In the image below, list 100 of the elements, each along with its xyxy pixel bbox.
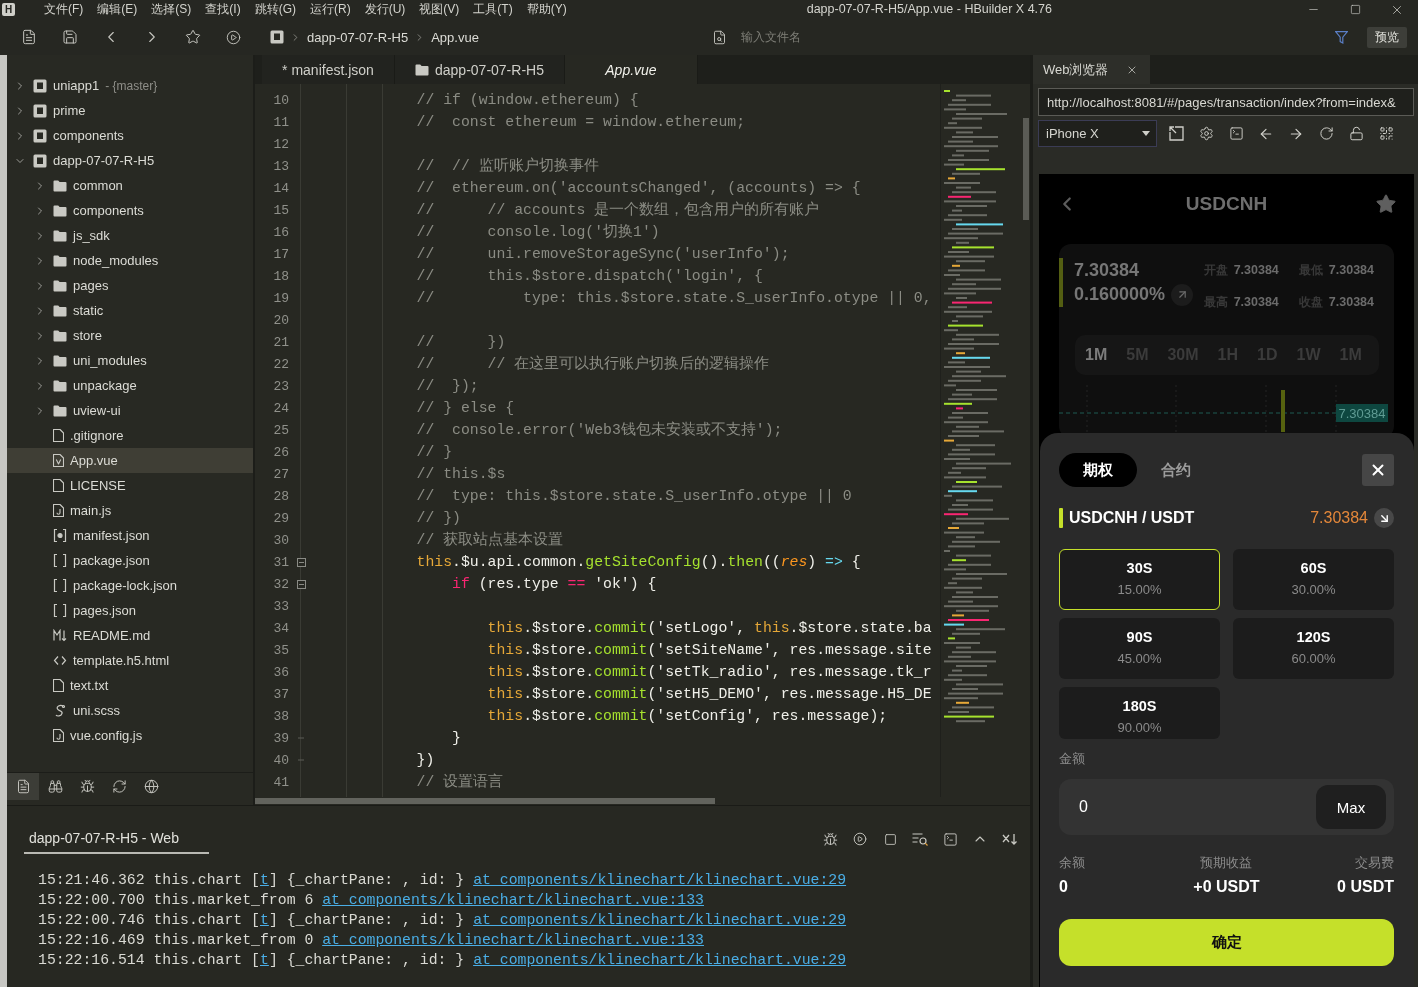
amount-input[interactable]: 0: [1079, 796, 1109, 818]
globe-icon[interactable]: [143, 779, 159, 794]
close-button[interactable]: [1362, 454, 1394, 486]
browser-tab[interactable]: Web浏览器: [1033, 55, 1150, 84]
tree-item[interactable]: package-lock.json: [7, 573, 253, 598]
refresh-icon[interactable]: [111, 779, 127, 794]
breadcrumb-item[interactable]: dapp-07-07-R-H5: [307, 29, 409, 45]
refresh-icon[interactable]: [1318, 125, 1334, 141]
star-icon[interactable]: [1375, 193, 1397, 215]
clear-down-icon[interactable]: [1002, 833, 1018, 845]
tree-item[interactable]: uview-ui: [7, 398, 253, 423]
panel-tab[interactable]: [7, 773, 39, 800]
interval-tab[interactable]: 1M: [1085, 346, 1108, 364]
duration-option[interactable]: 60S 30.00%: [1233, 549, 1394, 610]
save-icon[interactable]: [61, 29, 78, 45]
editor-tab[interactable]: * manifest.json: [262, 55, 395, 84]
bug-icon[interactable]: [79, 779, 95, 794]
console-link[interactable]: t: [260, 912, 269, 928]
editor-tab[interactable]: dapp-07-07-R-H5: [395, 55, 565, 84]
binoculars-icon[interactable]: [47, 779, 63, 794]
maximize-icon[interactable]: [1349, 4, 1361, 15]
menu-item[interactable]: 编辑(E): [97, 0, 138, 19]
tree-item[interactable]: text.txt: [7, 673, 253, 698]
list-search-icon[interactable]: [912, 832, 928, 846]
tree-item[interactable]: LICENSE: [7, 473, 253, 498]
vertical-scrollbar[interactable]: [1023, 118, 1029, 220]
duration-option[interactable]: 90S 45.00%: [1059, 618, 1220, 679]
document-icon[interactable]: [15, 779, 31, 794]
tree-item[interactable]: components: [7, 198, 253, 223]
terminal-icon[interactable]: [1228, 125, 1244, 141]
terminal-icon[interactable]: [942, 831, 958, 847]
confirm-button[interactable]: 确定: [1059, 919, 1394, 966]
tree-item[interactable]: components: [7, 123, 253, 148]
bug-icon[interactable]: [822, 831, 838, 847]
search-field[interactable]: 输入文件名: [741, 27, 1323, 47]
console-link[interactable]: at components/klinechart/klinechart.vue:29: [473, 872, 847, 888]
tree-item[interactable]: uni.scss: [7, 698, 253, 723]
unlocked-icon[interactable]: [1348, 125, 1364, 141]
filter-icon[interactable]: [1334, 30, 1348, 44]
tree-item[interactable]: js_sdk: [7, 223, 253, 248]
settings-icon[interactable]: [1198, 125, 1214, 141]
tree-item[interactable]: store: [7, 323, 253, 348]
tree-item[interactable]: main.js: [7, 498, 253, 523]
menu-item[interactable]: 工具(T): [473, 0, 513, 19]
console-link[interactable]: at components/klinechart/klinechart.vue:133: [322, 932, 704, 948]
url-field[interactable]: http://localhost:8081/#/pages/transaction/index?from=index&: [1038, 88, 1414, 116]
tree-item[interactable]: uni_modules: [7, 348, 253, 373]
device-select[interactable]: iPhone X: [1038, 120, 1157, 147]
tree-item[interactable]: common: [7, 173, 253, 198]
expand-icon[interactable]: [1168, 125, 1184, 141]
collapse-icon[interactable]: [296, 579, 306, 589]
menu-item[interactable]: 运行(R): [310, 0, 351, 19]
file-icon: [53, 454, 64, 467]
tree-item[interactable]: prime: [7, 98, 253, 123]
tree-item[interactable]: static: [7, 298, 253, 323]
stop-icon[interactable]: [883, 832, 897, 846]
star-icon[interactable]: [184, 29, 201, 45]
console-link[interactable]: at components/klinechart/klinechart.vue:29: [473, 912, 847, 928]
tree-item[interactable]: vue.config.js: [7, 723, 253, 748]
tree-item[interactable]: node_modules: [7, 248, 253, 273]
tree-item[interactable]: template.h5.html: [7, 648, 253, 673]
tree-item[interactable]: manifest.json: [7, 523, 253, 548]
menu-item[interactable]: 跳转(G): [254, 0, 296, 19]
menu-item[interactable]: 帮助(Y): [526, 0, 567, 19]
console-link[interactable]: at components/klinechart/klinechart.vue:133: [322, 892, 704, 908]
sheet-tab[interactable]: 期权: [1059, 453, 1137, 487]
console-link[interactable]: t: [260, 952, 269, 968]
qr-code-icon[interactable]: [1378, 125, 1394, 141]
menu-item[interactable]: 视图(V): [419, 0, 460, 19]
document-icon[interactable]: [20, 29, 37, 45]
menu-item[interactable]: 查找(I): [205, 0, 241, 19]
tree-item[interactable]: pages: [7, 273, 253, 298]
horizontal-scrollbar[interactable]: [255, 798, 715, 804]
play-icon[interactable]: [853, 832, 867, 846]
menu-item[interactable]: 发行(U): [364, 0, 406, 19]
breadcrumb-item[interactable]: App.vue: [431, 29, 479, 45]
tree-item[interactable]: uniapp1 - {master}: [7, 73, 253, 98]
tree-item[interactable]: unpackage: [7, 373, 253, 398]
tree-item[interactable]: README.md: [7, 623, 253, 648]
play-icon[interactable]: [226, 29, 241, 45]
code-line: // type: this.$store.state.S_userInfo.otype || 0: [416, 488, 852, 504]
editor-tab[interactable]: App.vue: [564, 55, 698, 84]
console-tab[interactable]: dapp-07-07-R-H5 - Web: [24, 824, 209, 854]
duration-option[interactable]: 30S 15.00%: [1059, 549, 1220, 610]
collapse-icon[interactable]: [296, 557, 306, 567]
tree-item[interactable]: dapp-07-07-R-H5: [7, 148, 253, 173]
sheet-tab[interactable]: 合约: [1137, 453, 1215, 487]
max-button[interactable]: Max: [1316, 785, 1386, 829]
menu-item[interactable]: 文件(F): [44, 0, 84, 19]
tree-item[interactable]: pages.json: [7, 598, 253, 623]
menu-item[interactable]: 选择(S): [151, 0, 192, 19]
tree-item[interactable]: App.vue: [7, 448, 253, 473]
tree-item[interactable]: package.json: [7, 548, 253, 573]
duration-option[interactable]: 180S 90.00%: [1059, 687, 1220, 739]
search-icon[interactable]: [712, 29, 727, 45]
tree-item[interactable]: .gitignore: [7, 423, 253, 448]
console-link[interactable]: t: [260, 872, 269, 888]
preview-button[interactable]: 预览: [1367, 26, 1407, 48]
console-link[interactable]: at components/klinechart/klinechart.vue:29: [473, 952, 847, 968]
duration-option[interactable]: 120S 60.00%: [1233, 618, 1394, 679]
